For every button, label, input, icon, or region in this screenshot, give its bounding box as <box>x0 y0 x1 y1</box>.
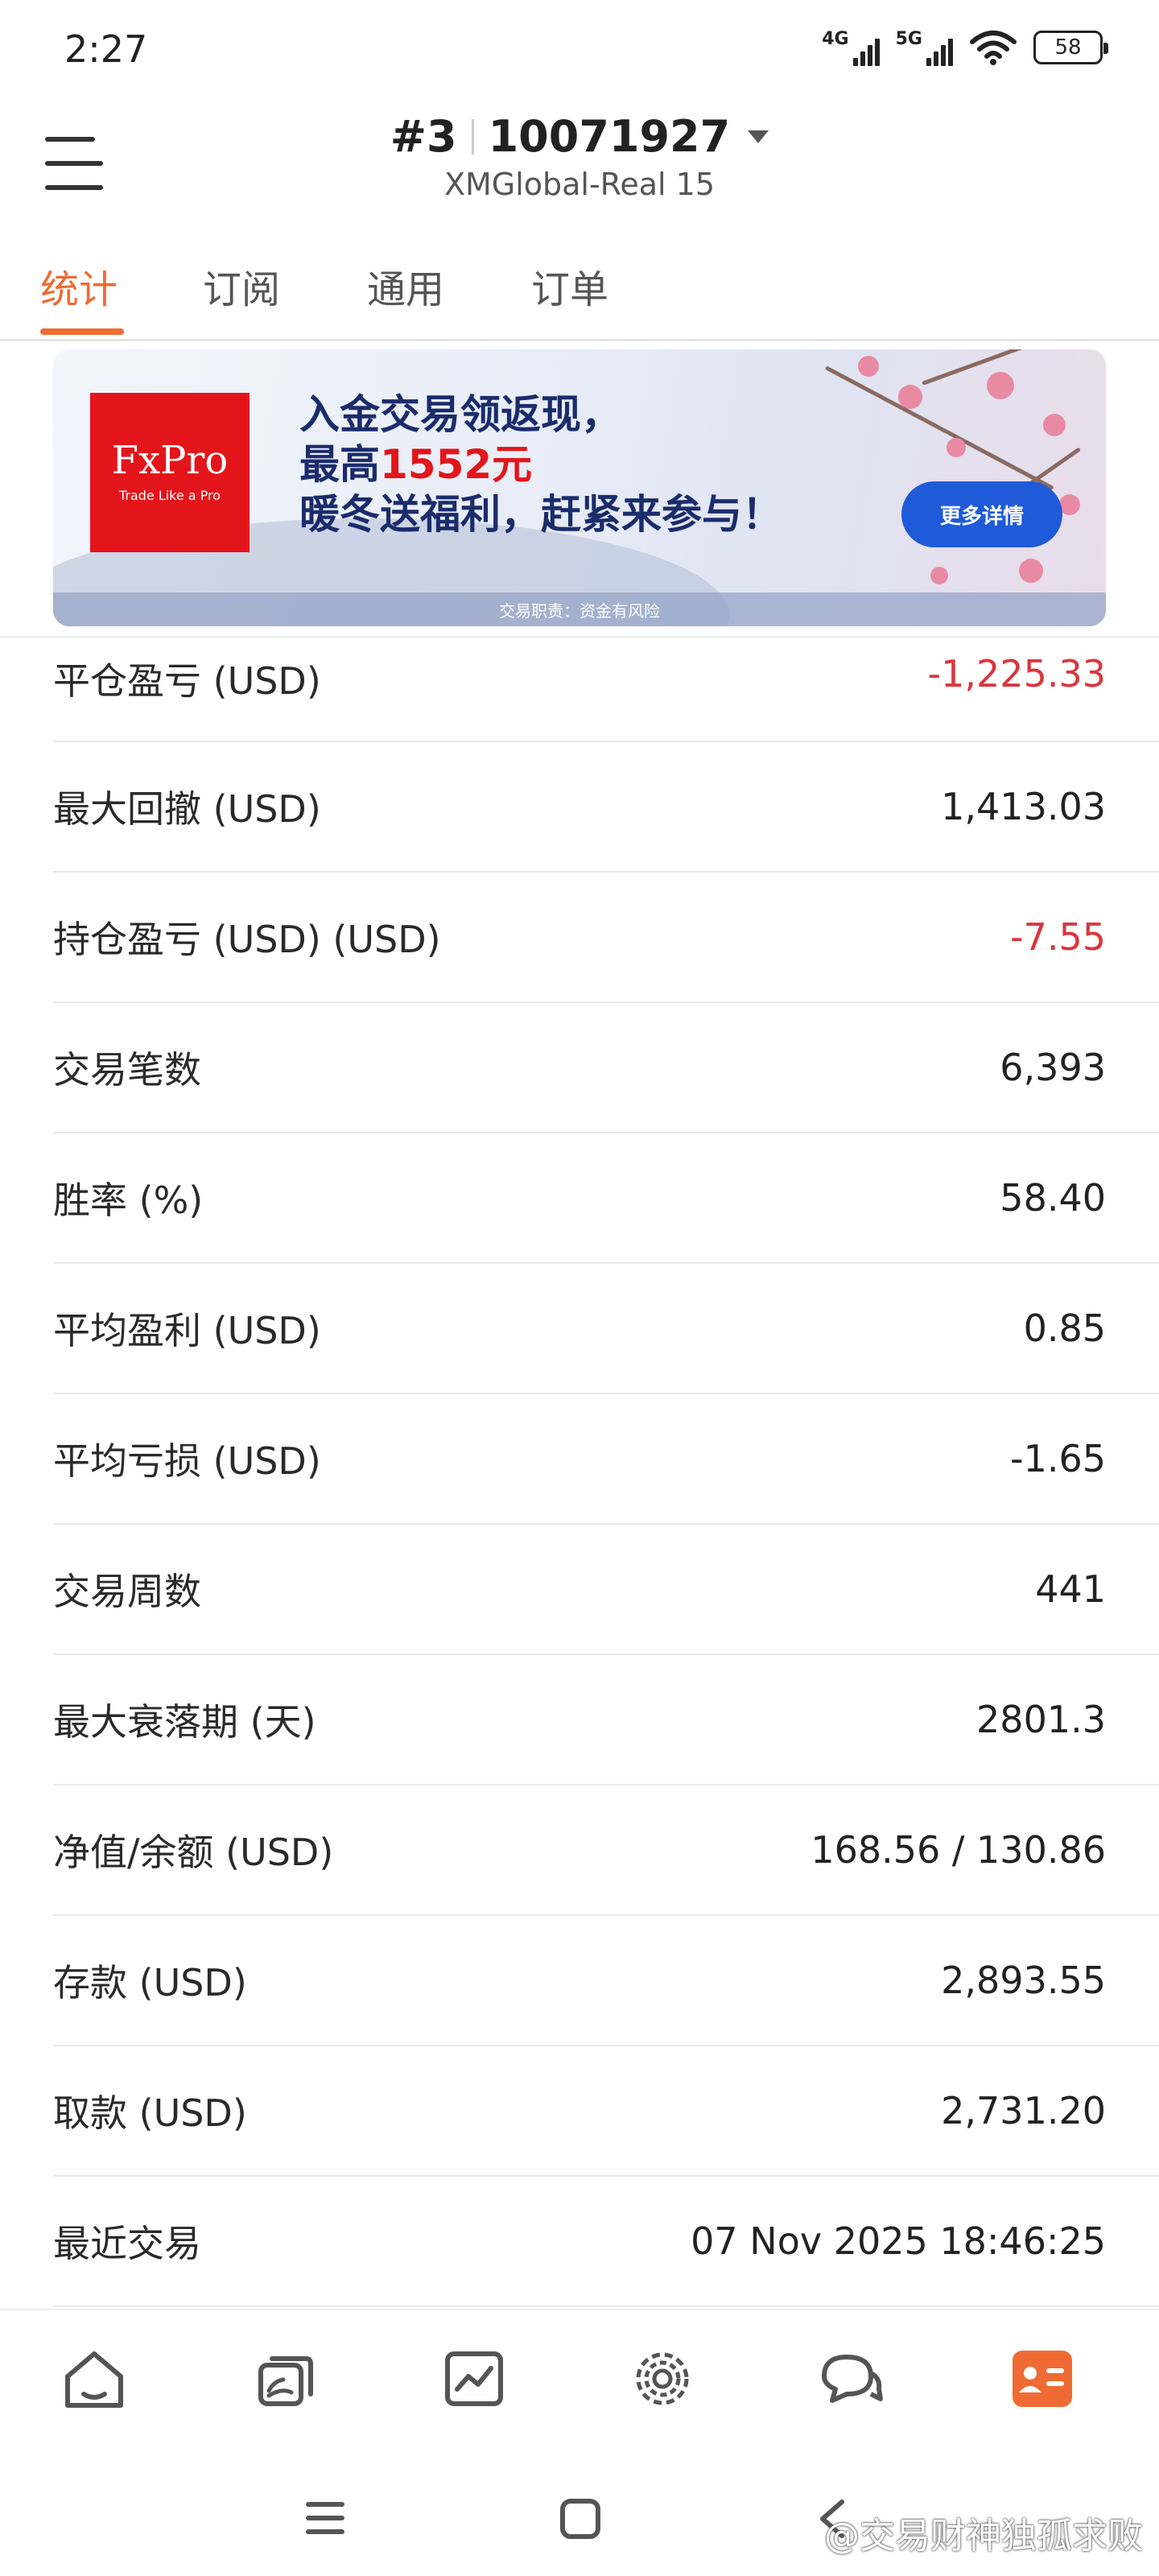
stat-row-open-pnl: 持仓盈亏 (USD) (USD) -7.55 <box>53 873 1159 1003</box>
fxpro-logo: FxPro Trade Like a Pro <box>90 393 250 552</box>
profile-card-icon[interactable] <box>1006 2343 1079 2415</box>
chat-icon[interactable] <box>815 2343 887 2415</box>
status-bar: 2:27 4G 5G 58 <box>0 0 1159 97</box>
stat-row-max-decline-period: 最大衰落期 (天) 2801.3 <box>53 1655 1159 1785</box>
blossom <box>1043 414 1066 436</box>
chart-icon[interactable] <box>438 2343 510 2415</box>
account-number: #3 <box>390 111 457 162</box>
home-icon[interactable] <box>58 2343 130 2415</box>
blossom <box>898 385 922 409</box>
tab-subscriptions[interactable]: 订阅 <box>203 258 280 314</box>
tab-orders[interactable]: 订单 <box>531 258 608 314</box>
system-nav-bar: @交易财神独孤求败 <box>0 2455 1159 2576</box>
recent-apps-icon[interactable] <box>303 2497 348 2539</box>
signal-4g-icon: 4G <box>822 29 880 66</box>
bottom-nav <box>0 2309 1159 2446</box>
promo-banner[interactable]: FxPro Trade Like a Pro 入金交易领返现， 最高1552元 … <box>53 349 1106 626</box>
tab-general[interactable]: 通用 <box>367 258 444 314</box>
status-icons: 4G 5G 58 <box>822 29 1108 66</box>
watermark: @交易财神独孤求败 <box>824 2516 1143 2557</box>
stat-row-avg-profit: 平均盈利 (USD) 0.85 <box>53 1264 1159 1394</box>
copy-trading-icon[interactable] <box>250 2343 322 2415</box>
blossom <box>858 356 879 377</box>
app-header: #3 10071927 XMGlobal-Real 15 <box>0 97 1159 225</box>
wifi-icon <box>970 31 1017 65</box>
stat-row-trade-count: 交易笔数 6,393 <box>53 1003 1159 1133</box>
battery-level: 58 <box>1054 35 1082 60</box>
blossom <box>987 372 1014 399</box>
account-selector[interactable]: #3 10071927 XMGlobal-Real 15 <box>0 111 1159 202</box>
stat-row-win-rate: 胜率 (%) 58.40 <box>53 1133 1159 1264</box>
blossom <box>930 567 948 584</box>
account-id: 10071927 <box>488 111 731 162</box>
tab-statistics[interactable]: 统计 <box>40 258 118 314</box>
signal-5g-icon: 5G <box>896 29 953 66</box>
account-separator <box>471 118 474 155</box>
blossom <box>1019 559 1043 583</box>
stat-row-avg-loss: 平均亏损 (USD) -1.65 <box>53 1394 1159 1525</box>
stat-row-trading-weeks: 交易周数 441 <box>53 1525 1159 1655</box>
stat-row-max-drawdown: 最大回撤 (USD) 1,413.03 <box>53 742 1159 873</box>
stat-row-equity-balance: 净值/余额 (USD) 168.56 / 130.86 <box>53 1785 1159 1916</box>
stat-row-withdrawals: 取款 (USD) 2,731.20 <box>53 2046 1159 2177</box>
blossom <box>947 438 966 457</box>
stat-row-last-trade: 最近交易 07 Nov 2025 18:46:25 <box>53 2177 1159 2307</box>
risk-disclaimer: 交易职责：资金有风险 <box>53 592 1106 626</box>
chevron-down-icon[interactable] <box>748 130 769 143</box>
active-tab-indicator <box>40 328 124 335</box>
account-server: XMGlobal-Real 15 <box>443 167 716 202</box>
stat-row-closed-pnl: 平仓盈亏 (USD) -1,225.33 <box>53 636 1159 742</box>
stat-row-deposits: 存款 (USD) 2,893.55 <box>53 1916 1159 2046</box>
stats-list: 平仓盈亏 (USD) -1,225.33 最大回撤 (USD) 1,413.03 持… <box>53 636 1159 2307</box>
home-button-icon[interactable] <box>559 2497 602 2541</box>
promo-text: 入金交易领返现， 最高1552元 暖冬送福利，赶紧来参与！ <box>299 391 782 538</box>
discover-icon[interactable] <box>626 2343 699 2415</box>
more-details-button[interactable]: 更多详情 <box>901 481 1062 547</box>
status-time: 2:27 <box>64 27 148 71</box>
blossom-branch <box>824 365 1054 490</box>
battery-icon: 58 <box>1033 31 1108 64</box>
tab-bar: 统计 订阅 通用 订单 <box>0 242 1159 341</box>
